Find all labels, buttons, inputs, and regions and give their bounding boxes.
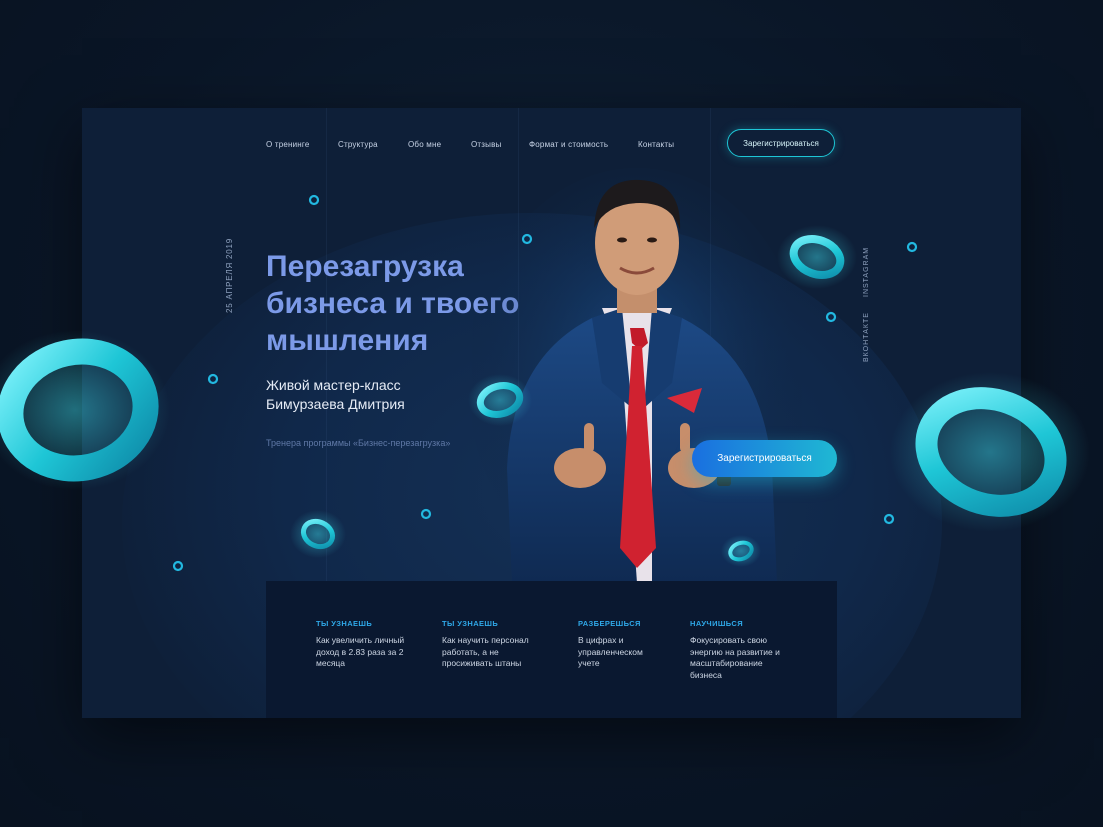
nav-link-format-price[interactable]: Формат и стоимость	[529, 140, 608, 149]
top-navigation: О тренинге Структура Обо мне Отзывы Форм…	[82, 129, 1021, 168]
feature-text-line: масштабирование	[690, 658, 763, 668]
hero-subtitle-line: Бимурзаева Дмитрия	[266, 396, 405, 412]
hero-subtitle: Живой мастер-класс Бимурзаева Дмитрия	[266, 376, 486, 414]
hero-note: Тренера программы «Бизнес-перезагрузка»	[266, 438, 451, 448]
feature-text: Фокусировать свою энергию на развитие и …	[690, 635, 800, 681]
feature-text-line: Фокусировать свою	[690, 635, 768, 645]
social-link-instagram[interactable]: INSTAGRAM	[863, 247, 870, 297]
feature-item: ТЫ УЗНАЕШЬ Как научить персонал работать…	[442, 619, 552, 670]
hero-subtitle-line: Живой мастер-класс	[266, 377, 401, 393]
feature-text: Как научить персонал работать, а не прос…	[442, 635, 552, 670]
feature-text-line: доход в 2.83 раза за 2	[316, 646, 404, 657]
feature-text-line: энергию на развитие и	[690, 646, 780, 657]
nav-link-structure[interactable]: Структура	[338, 140, 378, 149]
feature-text-line: работать, а не	[442, 646, 499, 657]
event-date: 25 АПРЕЛЯ 2019	[225, 237, 234, 313]
nav-link-about-training[interactable]: О тренинге	[266, 140, 310, 149]
feature-tag: ТЫ УЗНАЕШЬ	[316, 619, 373, 628]
landing-page-frame: О тренинге Структура Обо мне Отзывы Форм…	[82, 108, 1021, 718]
feature-text: Как увеличить личный доход в 2.83 раза з…	[316, 635, 426, 670]
feature-text-line: управленческом	[578, 646, 643, 657]
nav-link-about-me[interactable]: Обо мне	[408, 140, 441, 149]
feature-item: РАЗБЕРЕШЬСЯ В цифрах и управленческом уч…	[578, 619, 688, 670]
feature-item: ТЫ УЗНАЕШЬ Как увеличить личный доход в …	[316, 619, 426, 670]
feature-text-line: бизнеса	[690, 669, 722, 680]
feature-text-line: просиживать штаны	[442, 658, 522, 668]
nav-register-button[interactable]: Зарегистрироваться	[727, 129, 835, 157]
feature-tag: РАЗБЕРЕШЬСЯ	[578, 619, 641, 628]
nav-link-reviews[interactable]: Отзывы	[471, 140, 502, 149]
feature-text-line: месяца	[316, 658, 346, 668]
speaker-photo	[472, 168, 802, 583]
social-link-vkontakte[interactable]: ВКОНТАКТЕ	[863, 312, 870, 362]
feature-text-line: В цифрах и	[578, 635, 624, 645]
feature-text-line: Как увеличить личный	[316, 635, 405, 645]
feature-tag: НАУЧИШЬСЯ	[690, 619, 744, 628]
feature-tag: ТЫ УЗНАЕШЬ	[442, 619, 499, 628]
feature-text-line: учете	[578, 658, 600, 668]
feature-text-line: Как научить персонал	[442, 635, 529, 645]
nav-link-contacts[interactable]: Контакты	[638, 140, 674, 149]
hero-register-button[interactable]: Зарегистрироваться	[692, 440, 837, 477]
feature-item: НАУЧИШЬСЯ Фокусировать свою энергию на р…	[690, 619, 800, 681]
features-panel: ТЫ УЗНАЕШЬ Как увеличить личный доход в …	[266, 581, 837, 718]
feature-text: В цифрах и управленческом учете	[578, 635, 688, 670]
